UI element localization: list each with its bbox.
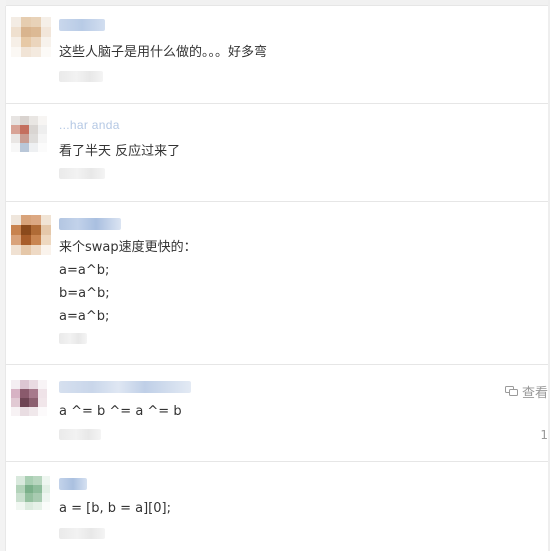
comment-icon [504, 386, 518, 397]
avatar[interactable] [11, 17, 51, 57]
username-blurred[interactable] [59, 218, 121, 230]
reply-count: 1 [540, 428, 548, 442]
comment-content: a ^= b ^= a ^= b [59, 400, 182, 423]
username-blurred[interactable] [59, 478, 87, 490]
timestamp-blurred [59, 71, 103, 82]
comment-line: a ^= b ^= a ^= b [59, 404, 182, 419]
comment-line: b=a^b; [59, 286, 110, 301]
timestamp-blurred [59, 168, 105, 179]
view-replies-link[interactable]: 查看 [504, 382, 548, 401]
avatar[interactable] [11, 380, 47, 416]
comment-line: 来个swap速度更快的： [59, 240, 197, 255]
username-blurred[interactable] [59, 381, 191, 393]
comment-line: 看了半天 反应过来了 [59, 144, 181, 159]
comment-line: a=a^b; [59, 309, 110, 324]
comment-item: 查看 a ^= b ^= a ^= b 1 [6, 365, 548, 462]
comment-item: 来个swap速度更快的： a=a^b; b=a^b; a=a^b; [6, 202, 548, 365]
username[interactable]: ...har anda [59, 118, 120, 132]
comment-content: a = [b, b = a][0]; [59, 497, 171, 520]
comment-line: 这些人脑子是用什么做的。。。好多弯 [59, 45, 268, 60]
comment-content: 看了半天 反应过来了 [59, 140, 180, 163]
comment-item: a = [b, b = a][0]; [6, 462, 548, 551]
timestamp-blurred [59, 333, 87, 344]
comment-content: 这些人脑子是用什么做的。。。好多弯 [59, 41, 267, 64]
username-blurred[interactable] [59, 19, 105, 31]
comment-line: a = [b, b = a][0]; [59, 501, 171, 516]
comment-item: 这些人脑子是用什么做的。。。好多弯 [6, 6, 548, 104]
view-replies-label: 查看 [521, 386, 548, 401]
comment-content: 来个swap速度更快的： a=a^b; b=a^b; a=a^b; [59, 236, 197, 328]
timestamp-blurred [59, 429, 101, 440]
avatar[interactable] [11, 116, 47, 152]
comment-line: a=a^b; [59, 263, 110, 278]
comment-item: ...har anda 看了半天 反应过来了 [6, 104, 548, 202]
avatar[interactable] [16, 476, 50, 510]
avatar[interactable] [11, 215, 51, 255]
timestamp-blurred [59, 528, 105, 539]
